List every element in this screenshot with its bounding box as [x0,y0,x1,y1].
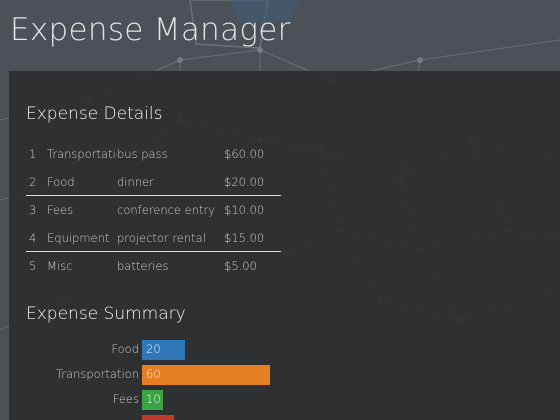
row-index: 3 [29,202,37,217]
row-amount: $15.00 [224,230,265,245]
expense-details-heading: Expense Details [26,104,163,124]
expense-summary-heading: Expense Summary [26,304,186,324]
row-category: Fees [47,202,74,217]
row-category: Misc [47,258,73,273]
table-row[interactable]: 3 Fees conference entry $10.00 [26,196,281,224]
bar-row-transportation: Transportation 60 [9,365,309,385]
bar-transportation[interactable] [142,365,270,385]
row-index: 5 [29,258,37,273]
row-amount: $60.00 [224,146,265,161]
table-row[interactable]: 2 Food dinner $20.00 [26,168,281,196]
row-description: conference entry [117,202,216,217]
row-index: 2 [29,174,37,189]
bar-row-food: Food 20 [9,340,309,360]
bar-value: 20 [146,342,161,356]
content-panel: Expense Details 1 Transportation bus pas… [9,71,560,420]
app-window: Expense Manager Expense Details 1 Transp… [0,0,560,420]
bar-row-fees: Fees 10 [9,390,309,410]
bar-row-equipment [9,415,309,420]
row-description: batteries [117,258,169,273]
row-index: 4 [29,230,37,245]
row-index: 1 [29,146,37,161]
row-category: Food [47,174,75,189]
row-amount: $5.00 [224,258,257,273]
app-title: Expense Manager [10,12,291,48]
bar-label: Food [111,342,139,356]
row-description: dinner [117,174,154,189]
row-description: projector rental [117,230,206,245]
bar-label: Fees [112,392,139,406]
bar-equipment[interactable] [142,415,174,420]
row-amount: $10.00 [224,202,265,217]
bar-label: Transportation [55,367,139,381]
table-row[interactable]: 5 Misc batteries $5.00 [26,252,281,280]
row-category: Transportation [47,146,117,161]
row-category: Equipment [47,230,110,245]
bar-value: 10 [146,392,161,406]
row-amount: $20.00 [224,174,265,189]
row-description: bus pass [117,146,168,161]
bar-value: 60 [146,367,161,381]
table-row[interactable]: 4 Equipment projector rental $15.00 [26,224,281,252]
table-row[interactable]: 1 Transportation bus pass $60.00 [26,140,281,168]
expense-details-table: 1 Transportation bus pass $60.00 2 Food … [26,140,281,280]
